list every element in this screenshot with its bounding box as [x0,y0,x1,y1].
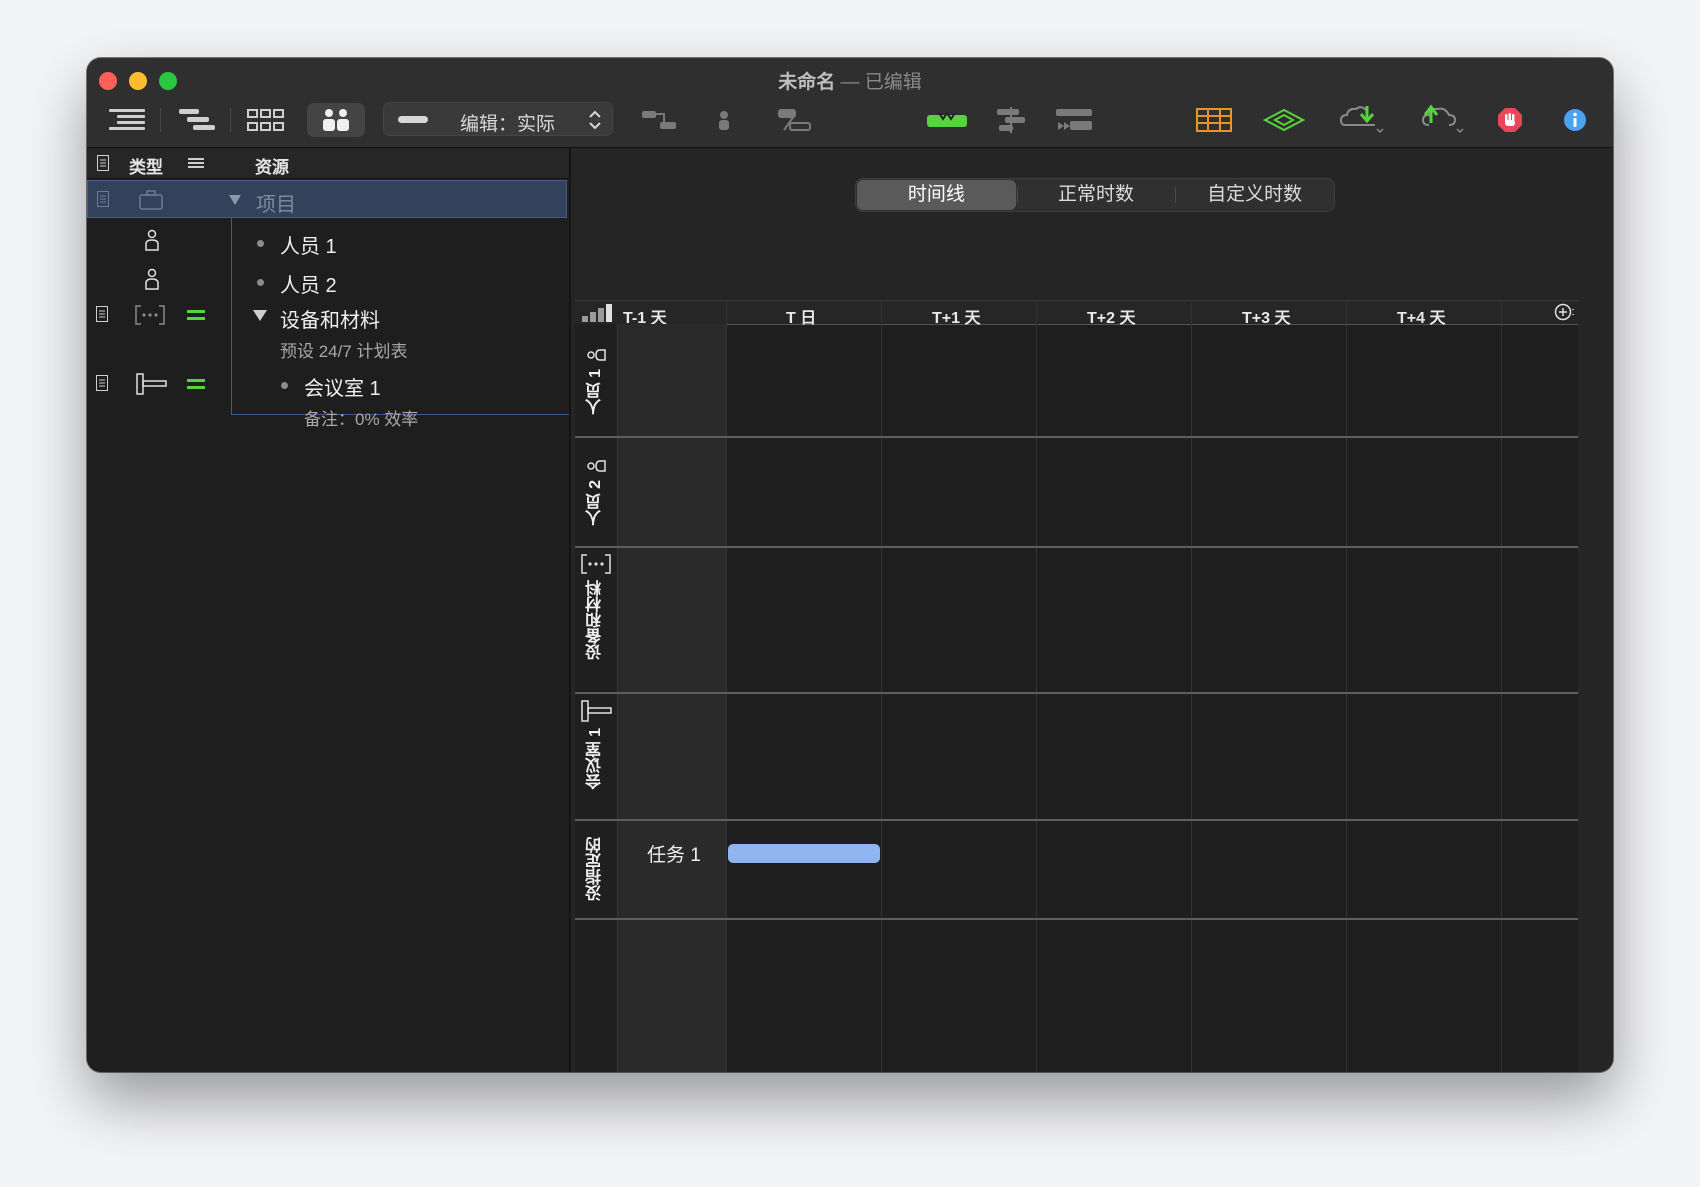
align-icon[interactable] [991,103,1031,137]
cloud-upload-icon[interactable] [1417,103,1467,137]
status-column-icon[interactable] [188,157,204,169]
info-icon[interactable] [1557,103,1593,137]
mode-select[interactable]: 编辑：实际 [383,102,613,136]
day-header: T+2 天 [1087,310,1136,327]
resources-icon[interactable] [307,103,365,137]
hammer-icon [581,700,612,722]
toolbar-divider [230,108,231,132]
table-icon[interactable] [1193,103,1235,137]
title-separator: — [840,72,860,93]
group-icon[interactable] [1052,103,1096,137]
type-column-header[interactable]: 类型 [129,153,163,178]
person-icon [587,349,606,362]
timeline-row-meeting-room[interactable]: 会议室 1 [575,694,617,817]
level-icon[interactable] [925,103,969,137]
timeline-row-person-1[interactable]: 人员 1 [575,326,617,434]
bar-scale-icon[interactable] [582,304,612,322]
row-label: 人员 2 [587,480,604,526]
status-ok-icon [187,379,205,389]
bullet-icon [257,240,264,247]
outline-row-equipment[interactable]: 设备和材料 [280,304,380,333]
timeline-row-unassigned[interactable]: 没指定的 [575,821,617,916]
day-divider [1036,300,1037,1072]
resource-outline: 类型 资源 项目 人员 1 人员 2 设备和材料 预设 24/7 计划表 会议室… [87,148,570,1072]
equipment-schedule-note: 预设 24/7 计划表 [280,342,408,361]
window-title: 未命名 — 已编辑 [87,67,1613,94]
view-mode-tabs: 时间线 正常时数 自定义时数 [855,178,1335,212]
row-divider [575,918,1578,920]
outline-row-project[interactable]: 项目 [87,180,567,218]
bullet-icon [257,279,264,286]
timeline-grid: T-1 天 T 日 T+1 天 T+2 天 T+3 天 T+4 天 人员 1 人… [575,300,1578,1072]
timeline-row-person-2[interactable]: 人员 2 [575,438,617,544]
tab-normal-hours[interactable]: 正常时数 [1016,179,1176,211]
note-icon [97,191,109,207]
disclosure-triangle-icon[interactable] [229,195,241,205]
assign-resource-icon[interactable] [709,103,739,137]
connect-icon[interactable] [639,103,679,137]
note-icon[interactable] [96,375,108,391]
document-name: 未命名 [778,72,836,93]
split-task-icon[interactable] [775,103,815,137]
resource-view: 时间线 正常时数 自定义时数 T-1 天 T 日 T+1 天 T+2 天 T+3… [571,148,1613,1072]
tab-timeline[interactable]: 时间线 [857,180,1016,210]
day-divider [1346,300,1347,1072]
equipment-group-icon [581,554,611,574]
hammer-icon [136,373,167,395]
task-label: 任务 1 [647,845,701,866]
outline-icon[interactable] [105,103,149,137]
person-icon [587,460,606,473]
stop-icon[interactable] [1492,103,1528,137]
row-divider [575,436,1578,438]
tab-custom-hours[interactable]: 自定义时数 [1175,179,1334,211]
day-divider [1501,300,1502,1072]
row-divider [575,546,1578,548]
briefcase-icon [139,190,163,210]
row-divider [575,692,1578,694]
row-divider [575,819,1578,821]
mode-select-bar-icon [398,116,428,123]
document-status: 已编辑 [864,72,922,93]
baseline-icon[interactable] [1262,103,1306,137]
day-header: T+3 天 [1242,310,1291,327]
day-header: T+1 天 [932,310,981,327]
chevron-updown-icon [588,109,602,136]
day-header: T 日 [786,310,817,327]
note-icon[interactable] [96,306,108,322]
task-bar[interactable] [728,844,880,863]
day-divider [726,300,727,1072]
disclosure-triangle-icon[interactable] [253,310,267,321]
resource-column-header[interactable]: 资源 [255,153,289,178]
mode-select-label: 编辑：实际 [460,114,556,135]
day-divider [881,300,882,1072]
toolbar-divider [160,108,161,132]
person-icon [145,229,159,251]
day-header: T+4 天 [1397,310,1446,327]
gantt-icon[interactable] [175,103,219,137]
timeline-row-equipment[interactable]: 设备和材料 [575,548,617,690]
equipment-group-icon [135,305,165,325]
outline-row-meeting-room[interactable]: 会议室 1 [304,372,381,401]
cloud-download-icon[interactable] [1337,103,1387,137]
outline-row-person-1[interactable]: 人员 1 [280,230,337,259]
zoom-in-icon[interactable] [1554,303,1576,323]
row-label: 人员 1 [587,369,604,415]
project-label: 项目 [256,194,296,216]
network-icon[interactable] [243,103,289,137]
status-ok-icon [187,310,205,320]
note-column-icon[interactable] [97,155,109,171]
outline-row-person-2[interactable]: 人员 2 [280,269,337,298]
titlebar: 未命名 — 已编辑 编辑：实际 [87,58,1613,148]
app-window: 未命名 — 已编辑 编辑：实际 类型 资源 项目 人员 1 人员 2 设备和材料… [87,58,1613,1072]
bullet-icon [281,382,288,389]
outline-header: 类型 资源 [87,148,569,179]
day-divider [1191,300,1192,1072]
row-label: 设备和材料 [587,580,604,660]
person-icon [145,268,159,290]
row-label: 没指定的 [587,836,604,901]
row-label: 会议室 1 [587,728,604,790]
meeting-room-note: 备注：0% 效率 [304,410,419,429]
